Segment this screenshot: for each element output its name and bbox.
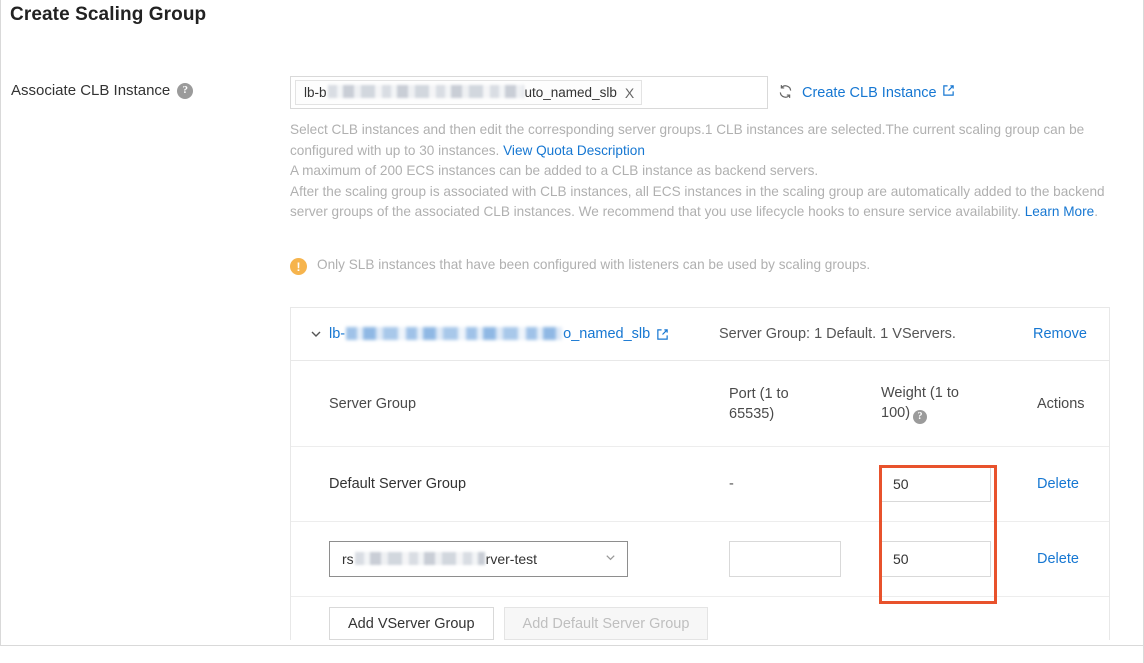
delete-row-button[interactable]: Delete bbox=[1037, 476, 1079, 492]
default-server-group-actions: Delete bbox=[1037, 475, 1087, 493]
delete-row-button[interactable]: Delete bbox=[1037, 551, 1079, 567]
column-header-weight: Weight (1 to 100)? bbox=[881, 383, 1037, 424]
column-header-port-line1: Port (1 to bbox=[729, 385, 789, 402]
create-clb-instance-link[interactable]: Create CLB Instance bbox=[802, 84, 955, 101]
column-header-weight-line2: 100)? bbox=[881, 403, 973, 424]
add-vserver-group-button[interactable]: Add VServer Group bbox=[329, 607, 494, 640]
add-default-server-group-button: Add Default Server Group bbox=[503, 607, 709, 640]
table-row: Default Server Group - Delete bbox=[291, 447, 1109, 522]
external-link-icon bbox=[942, 84, 955, 101]
associate-clb-instance-label: Associate CLB Instance ? bbox=[11, 82, 194, 99]
default-server-group-label: Default Server Group bbox=[329, 476, 467, 492]
associate-clb-instance-label-text: Associate CLB Instance bbox=[11, 82, 171, 99]
table-header-row: Server Group Port (1 to 65535) Weight (1… bbox=[291, 361, 1109, 447]
refresh-icon[interactable] bbox=[778, 84, 793, 99]
chevron-down-icon[interactable] bbox=[309, 327, 329, 341]
clb-instance-name-link[interactable]: lb- o_named_slb bbox=[329, 326, 719, 342]
tag-prefix-text: lb-b bbox=[304, 85, 327, 100]
clb-instance-card-header: lb- o_named_slb Server Group: 1 Default.… bbox=[291, 308, 1109, 361]
selected-clb-instance-tag: lb-b uto_named_slb X bbox=[295, 80, 643, 105]
external-link-icon bbox=[656, 328, 669, 341]
description-line-3: After the scaling group is associated wi… bbox=[290, 182, 1110, 223]
column-header-port-line2: 65535) bbox=[729, 405, 775, 422]
redacted-text-segment bbox=[327, 85, 524, 98]
clb-name-prefix: lb- bbox=[329, 326, 346, 342]
clb-instance-select-input[interactable]: lb-b uto_named_slb X bbox=[290, 76, 768, 109]
remove-clb-instance-button[interactable]: Remove bbox=[1033, 326, 1087, 342]
page-title: Create Scaling Group bbox=[10, 4, 207, 25]
description-line-1: Select CLB instances and then edit the c… bbox=[290, 120, 1110, 161]
question-mark-icon[interactable]: ? bbox=[913, 410, 928, 424]
column-header-weight-line2-text: 100) bbox=[881, 405, 911, 421]
create-clb-instance-label: Create CLB Instance bbox=[802, 84, 937, 101]
server-group-summary: Server Group: 1 Default. 1 VServers. bbox=[719, 326, 956, 342]
vserver-group-suffix: rver-test bbox=[485, 551, 538, 567]
clb-description-block: Select CLB instances and then edit the c… bbox=[290, 120, 1110, 223]
warning-exclamation-icon: ! bbox=[290, 258, 307, 275]
page-left-border bbox=[0, 0, 1, 645]
clb-name-suffix: o_named_slb bbox=[563, 326, 651, 342]
vserver-group-prefix: rs bbox=[342, 551, 354, 567]
vserver-group-select[interactable]: rs rver-test bbox=[329, 541, 628, 577]
description-line-2: A maximum of 200 ECS instances can be ad… bbox=[290, 163, 819, 178]
slb-listener-warning: ! Only SLB instances that have been conf… bbox=[290, 257, 870, 275]
description-line-1-text: Select CLB instances and then edit the c… bbox=[290, 122, 1085, 158]
slb-listener-warning-text: Only SLB instances that have been config… bbox=[317, 257, 871, 272]
redacted-text-segment bbox=[346, 326, 563, 340]
question-mark-icon[interactable]: ? bbox=[177, 82, 194, 99]
server-group-table: Server Group Port (1 to 65535) Weight (1… bbox=[291, 361, 1109, 640]
create-scaling-group-page: Create Scaling Group Associate CLB Insta… bbox=[0, 0, 1144, 663]
server-group-buttons: Add VServer Group Add Default Server Gro… bbox=[291, 597, 1109, 640]
page-bottom-divider bbox=[0, 645, 1144, 646]
redacted-text-segment bbox=[354, 551, 485, 565]
column-header-weight-line1: Weight (1 to bbox=[881, 385, 959, 401]
vserver-group-actions: Delete bbox=[1037, 550, 1087, 568]
default-server-group-weight-cell bbox=[881, 466, 1037, 502]
chevron-down-icon bbox=[604, 551, 617, 567]
view-quota-description-link[interactable]: View Quota Description bbox=[503, 143, 645, 158]
description-line-3-text: After the scaling group is associated wi… bbox=[290, 183, 1105, 220]
default-server-group-port: - bbox=[729, 476, 734, 492]
description-line-3-period: . bbox=[1094, 204, 1098, 219]
weight-input[interactable] bbox=[881, 466, 991, 502]
column-header-server-group: Server Group bbox=[329, 395, 417, 412]
vserver-group-select-cell: rs rver-test bbox=[329, 541, 729, 577]
learn-more-link[interactable]: Learn More bbox=[1025, 204, 1095, 219]
column-header-actions: Actions bbox=[1037, 395, 1085, 412]
port-input[interactable] bbox=[729, 541, 841, 577]
remove-tag-icon[interactable]: X bbox=[625, 85, 634, 101]
vserver-group-port-cell bbox=[729, 541, 881, 577]
tag-suffix-text: uto_named_slb bbox=[524, 85, 617, 100]
weight-input[interactable] bbox=[881, 541, 991, 577]
column-header-port: Port (1 to 65535) bbox=[729, 384, 881, 424]
clb-instance-card: lb- o_named_slb Server Group: 1 Default.… bbox=[290, 307, 1110, 640]
table-row: rs rver-test 50 Delete bbox=[291, 522, 1109, 597]
vserver-group-weight-cell bbox=[881, 541, 1037, 577]
